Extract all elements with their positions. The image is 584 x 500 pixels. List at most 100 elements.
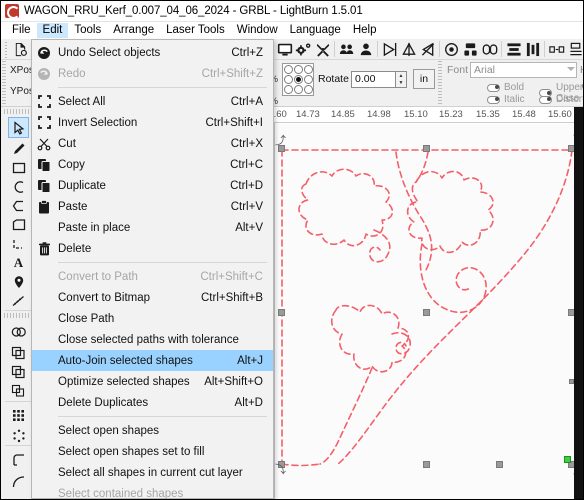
new-file-icon[interactable]: [11, 40, 30, 59]
canvas-area[interactable]: 14.60 14.73 14.85 14.98 15.10 15.23 15.3…: [265, 107, 583, 499]
menu-tools[interactable]: Tools: [68, 23, 107, 38]
anchor-cell-3[interactable]: [283, 74, 293, 85]
menu-item-duplicate[interactable]: Duplicate Ctrl+D: [32, 175, 273, 196]
selection-handle-mid-left[interactable]: [278, 309, 285, 316]
menu-item-invert-selection[interactable]: Invert Selection Ctrl+Shift+I: [32, 112, 273, 133]
spinner-down-icon[interactable]: ▼: [396, 80, 406, 88]
anchor-cell-0[interactable]: [283, 64, 293, 74]
menu-item-paste[interactable]: Paste Ctrl+V: [32, 196, 273, 217]
draw-ellipse-icon[interactable]: [8, 176, 29, 197]
align-vertical-center-icon[interactable]: [523, 40, 542, 59]
circular-array-icon[interactable]: [8, 425, 29, 446]
edit-dropdown-menu[interactable]: Undo Select objects Ctrl+Z Redo Ctrl+Shi…: [31, 39, 274, 499]
menu-item-select-all[interactable]: Select All Ctrl+A: [32, 91, 273, 112]
menu-arrange[interactable]: Arrange: [107, 23, 160, 38]
menu-item-select-open-shapes[interactable]: Select open shapes: [32, 420, 273, 441]
selection-handle-mid-center[interactable]: [423, 309, 430, 316]
italic-toggle-row[interactable]: Italic: [487, 94, 525, 105]
italic-toggle[interactable]: [487, 95, 500, 104]
menu-file[interactable]: File: [6, 23, 37, 38]
spinner-up-icon[interactable]: ▲: [396, 72, 406, 80]
menu-item-undo[interactable]: Undo Select objects Ctrl+Z: [32, 42, 273, 63]
set-origin-icon[interactable]: [442, 40, 461, 59]
anchor-cell-6[interactable]: [283, 85, 293, 95]
palette-grip-2[interactable]: [4, 313, 32, 318]
rotate-handle-bottom-left-icon[interactable]: ⤵: [275, 465, 287, 477]
anchor-cell-5[interactable]: [303, 74, 313, 85]
chevron-down-icon[interactable]: [567, 67, 575, 71]
horizontal-ruler[interactable]: 14.60 14.73 14.85 14.98 15.10 15.23 15.3…: [265, 107, 583, 123]
group-icon[interactable]: [337, 40, 356, 59]
draw-rectangle-icon[interactable]: [8, 157, 29, 178]
menu-item-select-open-shapes-set-to-fill[interactable]: Select open shapes set to fill: [32, 441, 273, 462]
menu-window[interactable]: Window: [231, 23, 284, 38]
align-horizontal-center-icon[interactable]: [504, 40, 523, 59]
menu-item-auto-join-selected-shapes[interactable]: Auto-Join selected shapes Alt+J: [32, 350, 273, 371]
menu-item-optimize-selected-shapes[interactable]: Optimize selected shapes Alt+Shift+O: [32, 371, 273, 392]
text-tool-icon[interactable]: A: [8, 252, 29, 273]
anchor-cell-1[interactable]: [293, 64, 303, 74]
grid-array-icon[interactable]: [8, 405, 29, 426]
select-tool-icon[interactable]: [8, 117, 29, 138]
menu-item-select-contained-shapes[interactable]: Select contained shapes: [32, 483, 273, 500]
round-corner-icon[interactable]: [8, 471, 29, 492]
anchor-cell-8[interactable]: [303, 85, 313, 95]
menu-item-cut[interactable]: Cut Ctrl+X: [32, 133, 273, 154]
menu-help[interactable]: Help: [347, 23, 383, 38]
machine-settings-wrench-icon[interactable]: [313, 40, 332, 59]
menu-item-copy[interactable]: Copy Ctrl+C: [32, 154, 273, 175]
position-marker-icon[interactable]: [8, 271, 29, 292]
distort-toggle-row[interactable]: Distort: [539, 94, 583, 105]
anchor-cell-4[interactable]: [293, 74, 303, 85]
selection-handle-origin[interactable]: [564, 456, 571, 463]
menu-item-convert-to-bitmap[interactable]: Convert to Bitmap Ctrl+Shift+B: [32, 287, 273, 308]
selection-handle-bottom-center[interactable]: [423, 461, 430, 468]
anchor-cell-2[interactable]: [303, 64, 313, 74]
palette-grip[interactable]: [4, 109, 32, 114]
design-canvas[interactable]: ⤴ ⤵ ⤵ ⤴: [275, 124, 583, 499]
anchor-cell-7[interactable]: [293, 85, 303, 95]
boolean-exclude-icon[interactable]: [8, 380, 29, 401]
units-button[interactable]: in: [413, 69, 435, 89]
preview-monitor-icon[interactable]: [275, 40, 294, 59]
bold-toggle-row[interactable]: Bold: [487, 82, 524, 93]
menu-laser-tools[interactable]: Laser Tools: [160, 23, 231, 38]
menu-item-delete[interactable]: Delete: [32, 238, 273, 259]
menu-item-select-all-shapes-in-current-cut-layer[interactable]: Select all shapes in current cut layer: [32, 462, 273, 483]
flip-horizontal-icon[interactable]: [380, 40, 399, 59]
draw-closed-path-icon[interactable]: [8, 214, 29, 235]
distribute-vertical-icon[interactable]: [566, 40, 583, 59]
draw-line-icon[interactable]: [8, 233, 29, 254]
measure-ruler-icon[interactable]: [8, 290, 29, 311]
selection-handle-bottom-extra[interactable]: [496, 461, 503, 468]
menu-edit[interactable]: Edit: [36, 23, 69, 38]
edit-nodes-pen-icon[interactable]: [8, 138, 29, 159]
rotate-input[interactable]: 0.00: [351, 71, 396, 88]
align-center-icon[interactable]: [461, 40, 480, 59]
menu-item-delete-duplicates[interactable]: Delete Duplicates Alt+D: [32, 392, 273, 413]
rotate-spinner[interactable]: ▲ ▼: [396, 71, 407, 88]
menu-item-close-selected-paths-with-tolerance[interactable]: Close selected paths with tolerance: [32, 329, 273, 350]
anchor-position-grid[interactable]: [282, 63, 314, 96]
menu-item-convert-to-path[interactable]: Convert to Path Ctrl+Shift+C: [32, 266, 273, 287]
font-select[interactable]: Arial: [470, 62, 577, 78]
boolean-intersect-icon[interactable]: [8, 361, 29, 382]
distribute-horizontal-icon[interactable]: [547, 40, 566, 59]
toolbar-grip[interactable]: [3, 40, 9, 58]
boolean-union-icon[interactable]: [8, 321, 29, 342]
weld-icon[interactable]: [480, 40, 499, 59]
selection-handle-top-center[interactable]: [423, 145, 430, 152]
menu-language[interactable]: Language: [284, 23, 347, 38]
menu-item-close-path[interactable]: Close Path: [32, 308, 273, 329]
distort-toggle[interactable]: [539, 95, 552, 104]
fillet-corner-icon[interactable]: [8, 449, 29, 470]
ungroup-icon[interactable]: [356, 40, 375, 59]
menu-item-paste-in-place[interactable]: Paste in place Alt+V: [32, 217, 273, 238]
panel-grip-left[interactable]: [2, 61, 6, 105]
menu-item-redo[interactable]: Redo Ctrl+Shift+Z: [32, 63, 273, 84]
boolean-subtract-icon[interactable]: [8, 342, 29, 363]
bold-toggle[interactable]: [487, 83, 500, 92]
rotate-handle-top-left-icon[interactable]: ⤴: [275, 136, 287, 148]
device-settings-gear-icon[interactable]: [294, 40, 313, 59]
draw-polygon-icon[interactable]: [8, 195, 29, 216]
